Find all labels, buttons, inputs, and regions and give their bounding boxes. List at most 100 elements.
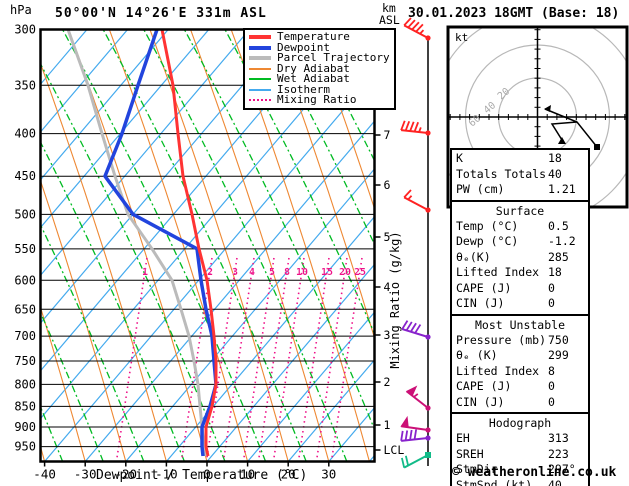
stats-row-label: Pressure (mb) bbox=[456, 333, 548, 349]
wind-barb-part bbox=[406, 430, 408, 440]
stats-row-label: Temp (°C) bbox=[456, 219, 548, 235]
pressure-tick-label: 350 bbox=[14, 78, 36, 92]
wind-barb-part bbox=[414, 394, 418, 397]
stats-row-value: 0 bbox=[548, 296, 555, 312]
dry-adiabat-line bbox=[109, 30, 247, 462]
wind-barb bbox=[404, 190, 430, 213]
copyright-label: © weatheronline.co.uk bbox=[452, 465, 616, 480]
stats-row-label: SREH bbox=[456, 447, 548, 463]
stats-panel-header: Most Unstable bbox=[456, 317, 584, 333]
stats-panels: K18Totals Totals40PW (cm)1.21SurfaceTemp… bbox=[450, 148, 590, 486]
stats-row-label: K bbox=[456, 151, 548, 167]
stats-row-value: 8 bbox=[548, 364, 555, 380]
wind-barb bbox=[402, 452, 431, 468]
wind-barb-part bbox=[402, 458, 404, 468]
legend-swatch bbox=[249, 99, 271, 101]
pressure-tick-label: 500 bbox=[14, 207, 36, 221]
wind-barb-part bbox=[425, 452, 431, 458]
legend-item-label: Mixing Ratio bbox=[277, 95, 356, 105]
wind-barb-part bbox=[425, 427, 430, 432]
pressure-tick-label: 800 bbox=[14, 377, 36, 391]
pressure-tick-label: 750 bbox=[14, 354, 36, 368]
skewt-sounding-page: 1234581015202530035040045050055060065070… bbox=[0, 0, 629, 486]
wind-barb-part bbox=[404, 197, 428, 210]
stats-row-label: CAPE (J) bbox=[456, 281, 548, 297]
stats-row-label: Lifted Index bbox=[456, 364, 548, 380]
x-axis-label: Dewpoint / Temperature (°C) bbox=[96, 468, 307, 483]
legend-swatch bbox=[249, 56, 271, 60]
stats-row: EH313 bbox=[456, 431, 584, 447]
mixing-ratio-line bbox=[316, 258, 347, 462]
legend-swatch bbox=[249, 35, 271, 39]
wind-barb-part bbox=[425, 435, 430, 440]
valid-date-label: 30.01.2023 18GMT (Base: 18) bbox=[408, 6, 619, 21]
stats-row: SREH223 bbox=[456, 447, 584, 463]
stats-row-value: 313 bbox=[548, 431, 569, 447]
mixing-ratio-value-label: 1 bbox=[142, 267, 148, 278]
stats-row-label: Totals Totals bbox=[456, 167, 548, 183]
stats-row-value: 285 bbox=[548, 250, 569, 266]
wind-barb-part bbox=[415, 430, 417, 440]
stats-row: Totals Totals40 bbox=[456, 167, 584, 183]
wind-barb-part bbox=[420, 30, 423, 34]
wind-barb bbox=[402, 321, 430, 340]
stats-panel-section: K18Totals Totals40PW (cm)1.21 bbox=[450, 148, 590, 202]
chart-legend: TemperatureDewpointParcel TrajectoryDry … bbox=[243, 28, 396, 110]
stats-row: CIN (J)0 bbox=[456, 395, 584, 411]
wind-barb-part bbox=[407, 387, 417, 396]
stats-row-value: 0 bbox=[548, 395, 555, 411]
stats-row-value: 0 bbox=[548, 281, 555, 297]
pressure-tick-label: 550 bbox=[14, 242, 36, 256]
wind-barb-part bbox=[425, 207, 430, 212]
km-tick-label: 1 bbox=[384, 418, 391, 432]
mixing-ratio-value-label: 10 bbox=[296, 267, 308, 278]
pressure-tick-label: 450 bbox=[14, 169, 36, 183]
stats-panel-header: Hodograph bbox=[456, 415, 584, 431]
wind-barb-part bbox=[406, 121, 410, 130]
wind-barb-part bbox=[425, 130, 430, 135]
wind-barb-part bbox=[402, 321, 407, 329]
mixing-ratio-value-label: 2 bbox=[207, 267, 213, 278]
stats-row-label: CIN (J) bbox=[456, 395, 548, 411]
stats-row-value: 1.21 bbox=[548, 182, 576, 198]
wind-barb-part bbox=[425, 405, 430, 410]
mixing-ratio-line bbox=[331, 258, 362, 462]
stats-row-value: 18 bbox=[548, 265, 562, 281]
stats-row: θₑ(K)285 bbox=[456, 250, 584, 266]
temp-tick-label: 30 bbox=[321, 467, 336, 482]
pressure-tick-label: 650 bbox=[14, 302, 36, 316]
stats-row-label: CIN (J) bbox=[456, 296, 548, 312]
stats-row-value: 18 bbox=[548, 151, 562, 167]
wind-barb-part bbox=[425, 334, 430, 339]
pressure-tick-label: 850 bbox=[14, 399, 36, 413]
pressure-tick-label: 950 bbox=[14, 440, 36, 454]
mixing-ratio-value-label: 25 bbox=[354, 267, 366, 278]
stats-row-label: PW (cm) bbox=[456, 182, 548, 198]
stats-row: CIN (J)0 bbox=[456, 296, 584, 312]
stats-row: CAPE (J)0 bbox=[456, 379, 584, 395]
legend-swatch bbox=[249, 78, 271, 80]
mixing-ratio-value-label: 3 bbox=[232, 267, 238, 278]
wind-barb-part bbox=[410, 430, 412, 440]
page-title: 50°00'N 14°26'E 331m ASL bbox=[55, 6, 267, 21]
pressure-tick-label: 700 bbox=[14, 329, 36, 343]
pressure-unit-label: hPa bbox=[10, 4, 32, 16]
km-tick-label: 6 bbox=[384, 178, 391, 192]
stats-row-label: θₑ (K) bbox=[456, 348, 548, 364]
stats-row-label: CAPE (J) bbox=[456, 379, 548, 395]
stats-row: Lifted Index18 bbox=[456, 265, 584, 281]
pressure-tick-label: 600 bbox=[14, 273, 36, 287]
mixing-ratio-value-label: 5 bbox=[269, 267, 275, 278]
wind-barb-part bbox=[415, 122, 419, 131]
stats-row-label: Lifted Index bbox=[456, 265, 548, 281]
hodograph-square-marker bbox=[594, 144, 600, 150]
legend-swatch bbox=[249, 46, 271, 50]
legend-swatch bbox=[249, 68, 271, 70]
wind-barb bbox=[401, 121, 430, 136]
hodograph-trace bbox=[545, 109, 597, 147]
stats-row-value: 0.5 bbox=[548, 219, 569, 235]
pressure-tick-label: 400 bbox=[14, 127, 36, 141]
stats-row-value: 40 bbox=[548, 167, 562, 183]
stats-row-value: 750 bbox=[548, 333, 569, 349]
wind-barb-part bbox=[401, 431, 403, 441]
